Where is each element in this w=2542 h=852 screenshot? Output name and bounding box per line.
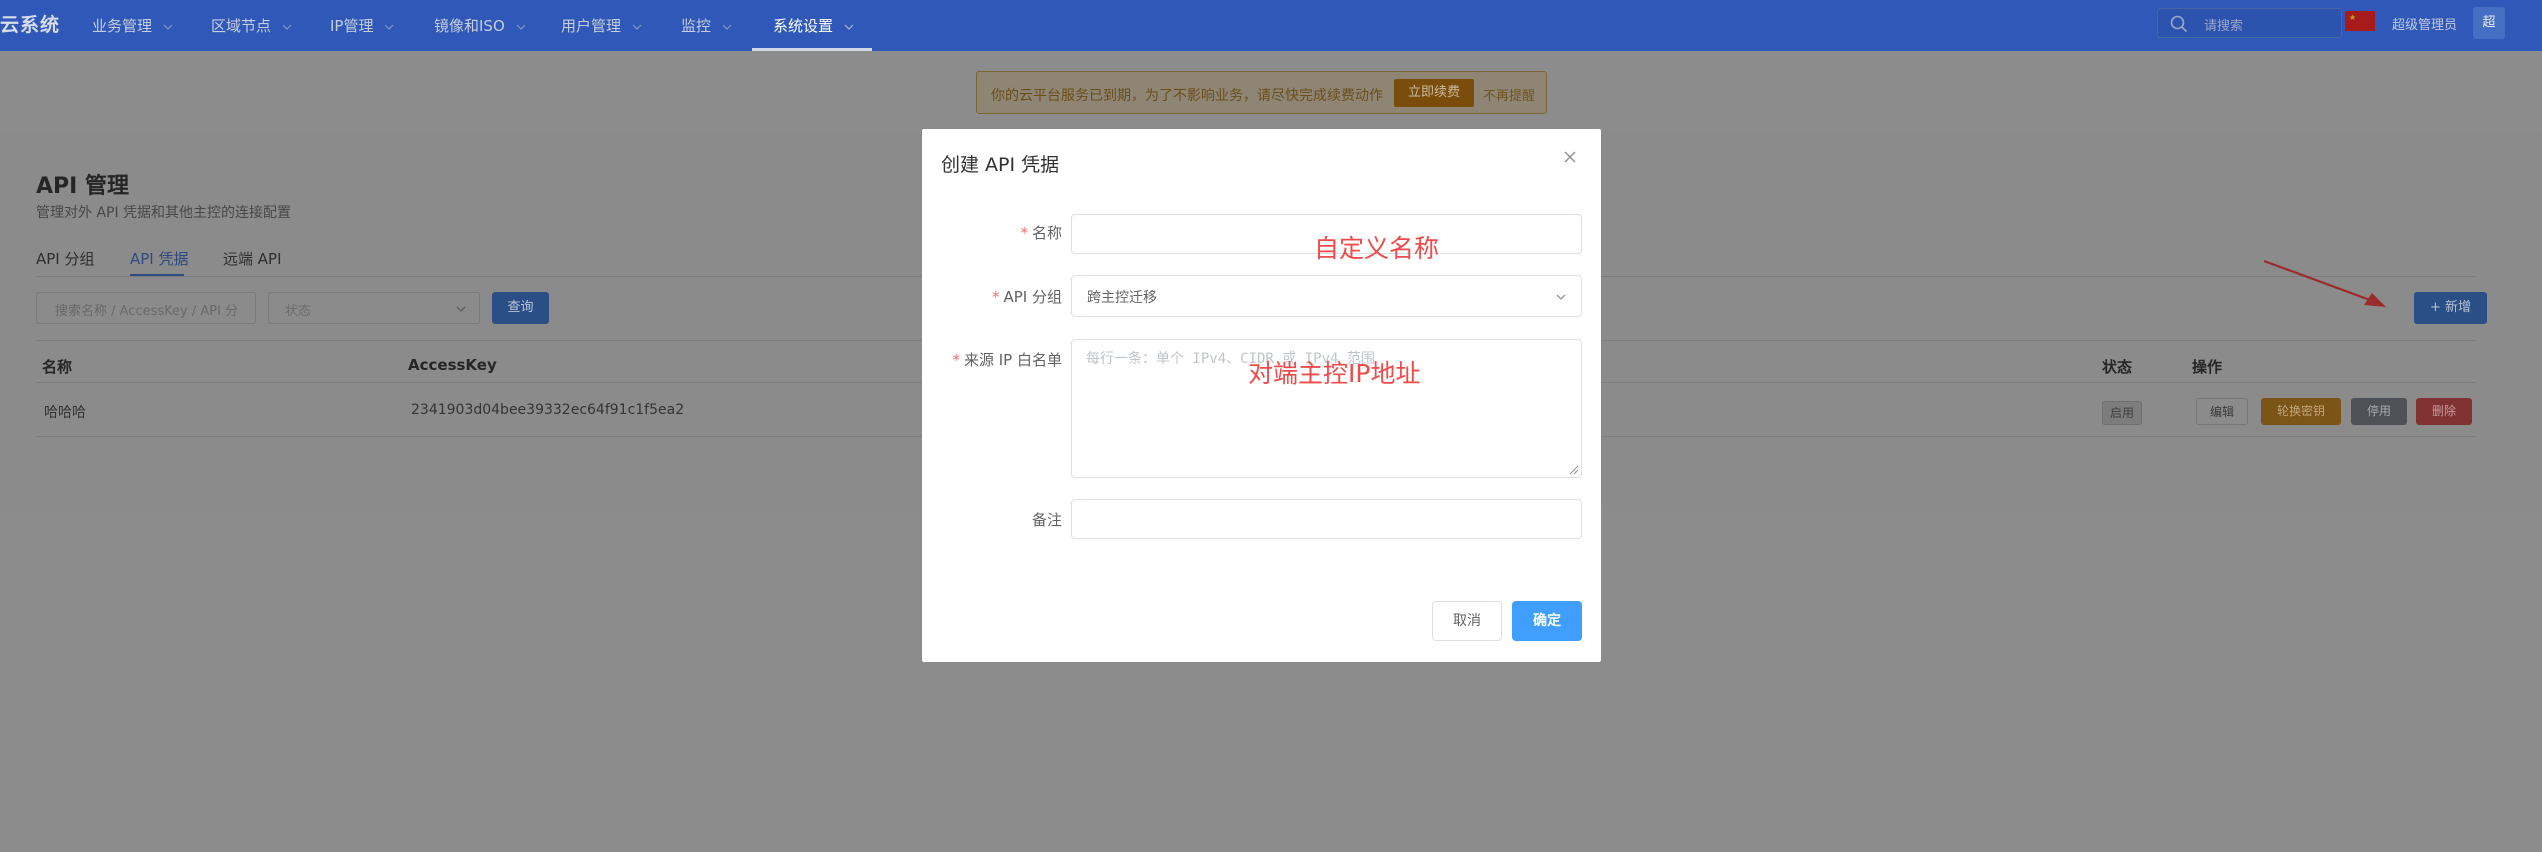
status-select-placeholder: 状态 — [285, 304, 312, 319]
nav-item-region-nodes[interactable]: 区域节点 — [211, 15, 292, 36]
nav-item-label: 业务管理 — [92, 17, 153, 35]
close-icon[interactable] — [1563, 150, 1577, 164]
brand-logo[interactable]: 云系统 — [0, 10, 60, 37]
api-group-select[interactable]: 跨主控迁移 — [1071, 275, 1582, 317]
chevron-down-icon — [632, 24, 642, 30]
arrow-annotation-icon — [2263, 259, 2386, 307]
cancel-button[interactable]: 取消 — [1432, 601, 1502, 641]
nav-item-ip-management[interactable]: IP管理 — [330, 15, 394, 36]
chevron-down-icon — [384, 24, 394, 30]
search-icon — [2170, 15, 2188, 33]
delete-button[interactable]: 删除 — [2416, 398, 2472, 425]
tab-api-groups[interactable]: API 分组 — [36, 248, 95, 269]
page-title: API 管理 — [36, 174, 129, 199]
row-accesskey: 2341903d04bee39332ec64f91c1f5ea2 — [411, 402, 685, 418]
create-credential-dialog: 创建 API 凭据 * 名称 自定义名称 * API 分组 跨主控迁移 * 来源 IP… — [922, 129, 1601, 662]
notice-text: 你的云平台服务已到期，为了不影响业务，请尽快完成续费动作 — [991, 88, 1383, 104]
chevron-down-icon — [844, 24, 854, 30]
tab-remote-api[interactable]: 远端 API — [223, 248, 282, 269]
nav-active-indicator — [752, 48, 872, 51]
dialog-title: 创建 API 凭据 — [941, 154, 1060, 176]
remark-label: 备注 — [922, 509, 1062, 530]
whitelist-label: * 来源 IP 白名单 — [922, 349, 1062, 370]
nav-item-business[interactable]: 业务管理 — [92, 15, 173, 36]
disable-button[interactable]: 停用 — [2351, 398, 2407, 425]
required-mark: * — [952, 351, 960, 369]
nav-item-label: 监控 — [681, 17, 712, 35]
remark-label-text: 备注 — [1031, 511, 1062, 529]
nav-item-system-settings[interactable]: 系统设置 — [773, 15, 854, 36]
chevron-down-icon — [163, 24, 173, 30]
column-header-accesskey: AccessKey — [408, 356, 497, 374]
resize-handle-icon[interactable] — [1569, 465, 1579, 475]
nav-item-users[interactable]: 用户管理 — [561, 15, 642, 36]
chevron-down-icon — [1556, 294, 1566, 300]
whitelist-label-text: 来源 IP 白名单 — [963, 351, 1062, 369]
column-header-actions: 操作 — [2192, 358, 2223, 376]
global-search-input[interactable]: 请搜索 — [2157, 8, 2342, 38]
page-subtitle: 管理对外 API 凭据和其他主控的连接配置 — [36, 205, 292, 221]
user-name[interactable]: 超级管理员 — [2392, 14, 2457, 33]
edit-button[interactable]: 编辑 — [2196, 398, 2248, 425]
nav-item-label: 区域节点 — [211, 17, 272, 35]
renew-button[interactable]: 立即续费 — [1394, 79, 1474, 107]
remark-input[interactable] — [1071, 499, 1582, 539]
nav-item-label: 系统设置 — [773, 17, 834, 35]
filter-search-input[interactable]: 搜索名称 / AccessKey / API 分 — [36, 292, 256, 324]
chevron-down-icon — [516, 24, 525, 30]
chevron-down-icon — [282, 24, 292, 30]
column-header-status: 状态 — [2102, 358, 2133, 376]
status-select[interactable]: 状态 — [268, 292, 480, 324]
group-label-text: API 分组 — [1003, 288, 1063, 306]
tab-api-credentials[interactable]: API 凭据 — [130, 248, 189, 269]
rotate-key-button[interactable]: 轮换密钥 — [2261, 398, 2341, 425]
confirm-button[interactable]: 确定 — [1512, 601, 1582, 641]
chevron-down-icon — [722, 24, 732, 30]
group-label: * API 分组 — [922, 286, 1062, 307]
expiry-notice: 你的云平台服务已到期，为了不影响业务，请尽快完成续费动作 立即续费 不再提醒 — [976, 71, 1547, 114]
chevron-down-icon — [456, 306, 466, 312]
whitelist-annotation: 对端主控IP地址 — [1248, 359, 1421, 388]
nav-item-label: 镜像和ISO — [434, 17, 505, 35]
nav-item-label: 用户管理 — [561, 17, 622, 35]
search-placeholder: 请搜索 — [2204, 19, 2244, 34]
nav-item-label: IP管理 — [330, 17, 374, 35]
add-credential-button[interactable]: + 新增 — [2414, 292, 2487, 324]
required-mark: * — [992, 288, 1000, 306]
status-badge: 启用 — [2102, 401, 2142, 425]
nav-item-images-iso[interactable]: 镜像和ISO — [434, 15, 526, 36]
name-annotation: 自定义名称 — [1314, 234, 1440, 263]
column-header-name: 名称 — [42, 358, 73, 376]
filter-search-placeholder: 搜索名称 / AccessKey / API 分 — [55, 304, 239, 319]
avatar[interactable]: 超 — [2473, 7, 2505, 39]
top-navbar: 云系统 业务管理 区域节点 IP管理 镜像和ISO 用户管理 监控 系统设置 请… — [0, 0, 2542, 51]
dismiss-notice-link[interactable]: 不再提醒 — [1483, 85, 1535, 104]
required-mark: * — [1020, 224, 1028, 242]
api-group-value: 跨主控迁移 — [1087, 290, 1157, 306]
row-name: 哈哈哈 — [44, 405, 86, 421]
nav-item-monitor[interactable]: 监控 — [681, 15, 732, 36]
name-label: * 名称 — [922, 222, 1062, 243]
name-label-text: 名称 — [1031, 224, 1062, 242]
flag-icon[interactable]: ★ — [2345, 11, 2375, 31]
query-button[interactable]: 查询 — [492, 292, 549, 324]
